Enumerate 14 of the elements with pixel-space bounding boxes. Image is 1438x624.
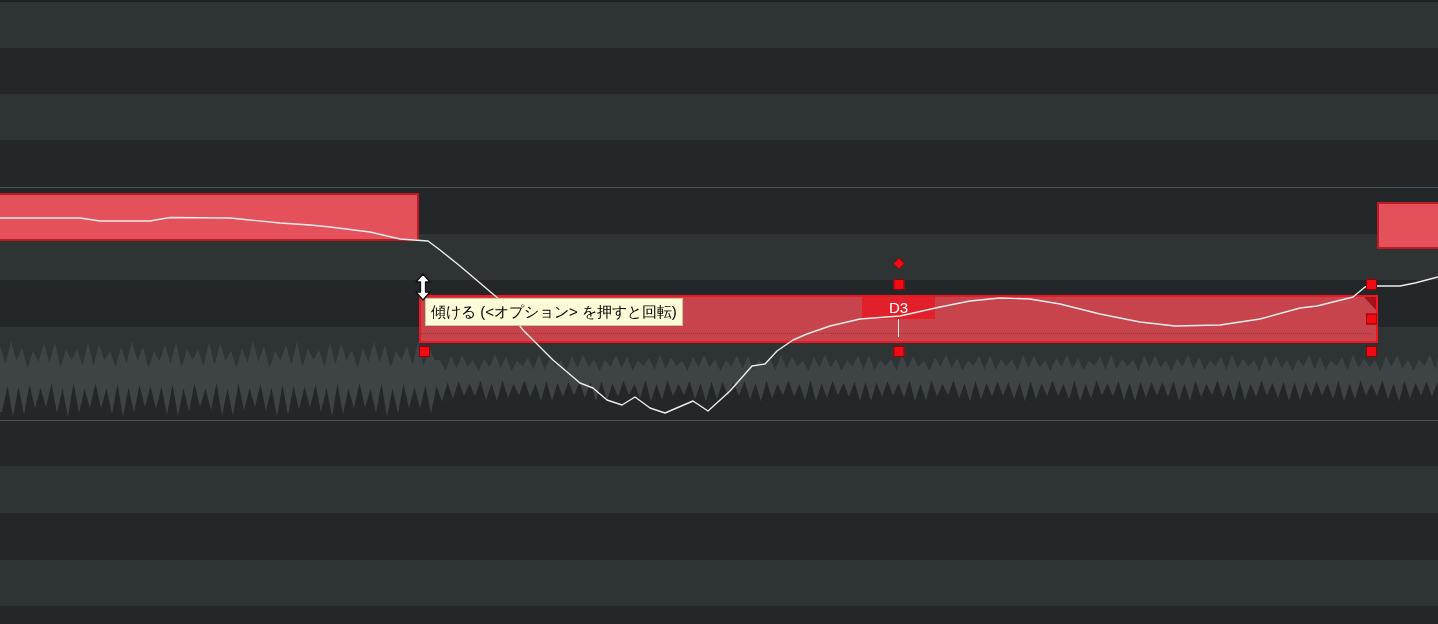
note-label: D3 [862,297,935,319]
diamond-handle[interactable] [893,258,904,269]
resize-handle[interactable] [893,346,904,357]
resize-handle[interactable] [1366,279,1377,290]
resize-handle[interactable] [893,279,904,290]
pitch-center-line [898,319,899,337]
resize-handle[interactable] [1366,346,1377,357]
resize-handle[interactable] [419,346,430,357]
corner-triangle-icon [1364,297,1376,310]
note[interactable] [0,193,419,241]
tooltip: 傾ける (<オプション> を押すと回転) [425,298,683,326]
resize-handle[interactable] [1366,313,1377,325]
note[interactable] [1377,202,1438,249]
vertical-arrows-cursor-icon [415,273,431,301]
